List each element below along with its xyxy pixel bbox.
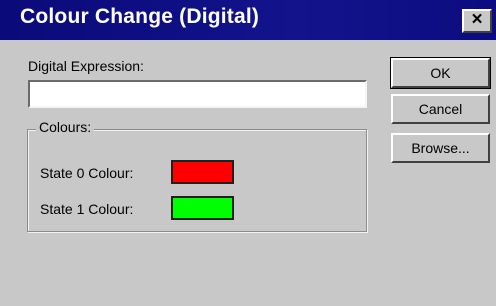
digital-expression-input[interactable] [28, 80, 367, 108]
title-bar[interactable]: Colour Change (Digital) × [0, 0, 496, 40]
colours-group-label: Colours: [36, 119, 95, 135]
close-button[interactable]: × [462, 9, 492, 33]
close-icon: × [471, 9, 483, 30]
state0-colour-swatch[interactable] [171, 160, 234, 184]
state0-colour-label: State 0 Colour: [40, 165, 134, 181]
state1-colour-swatch[interactable] [171, 196, 234, 220]
browse-button[interactable]: Browse... [391, 133, 490, 163]
digital-expression-label: Digital Expression: [28, 58, 144, 74]
cancel-button[interactable]: Cancel [391, 94, 490, 124]
colour-change-dialog: Colour Change (Digital) × Digital Expres… [0, 0, 496, 306]
ok-button[interactable]: OK [390, 57, 491, 89]
dialog-title: Colour Change (Digital) [20, 5, 260, 28]
state1-colour-label: State 1 Colour: [40, 201, 134, 217]
